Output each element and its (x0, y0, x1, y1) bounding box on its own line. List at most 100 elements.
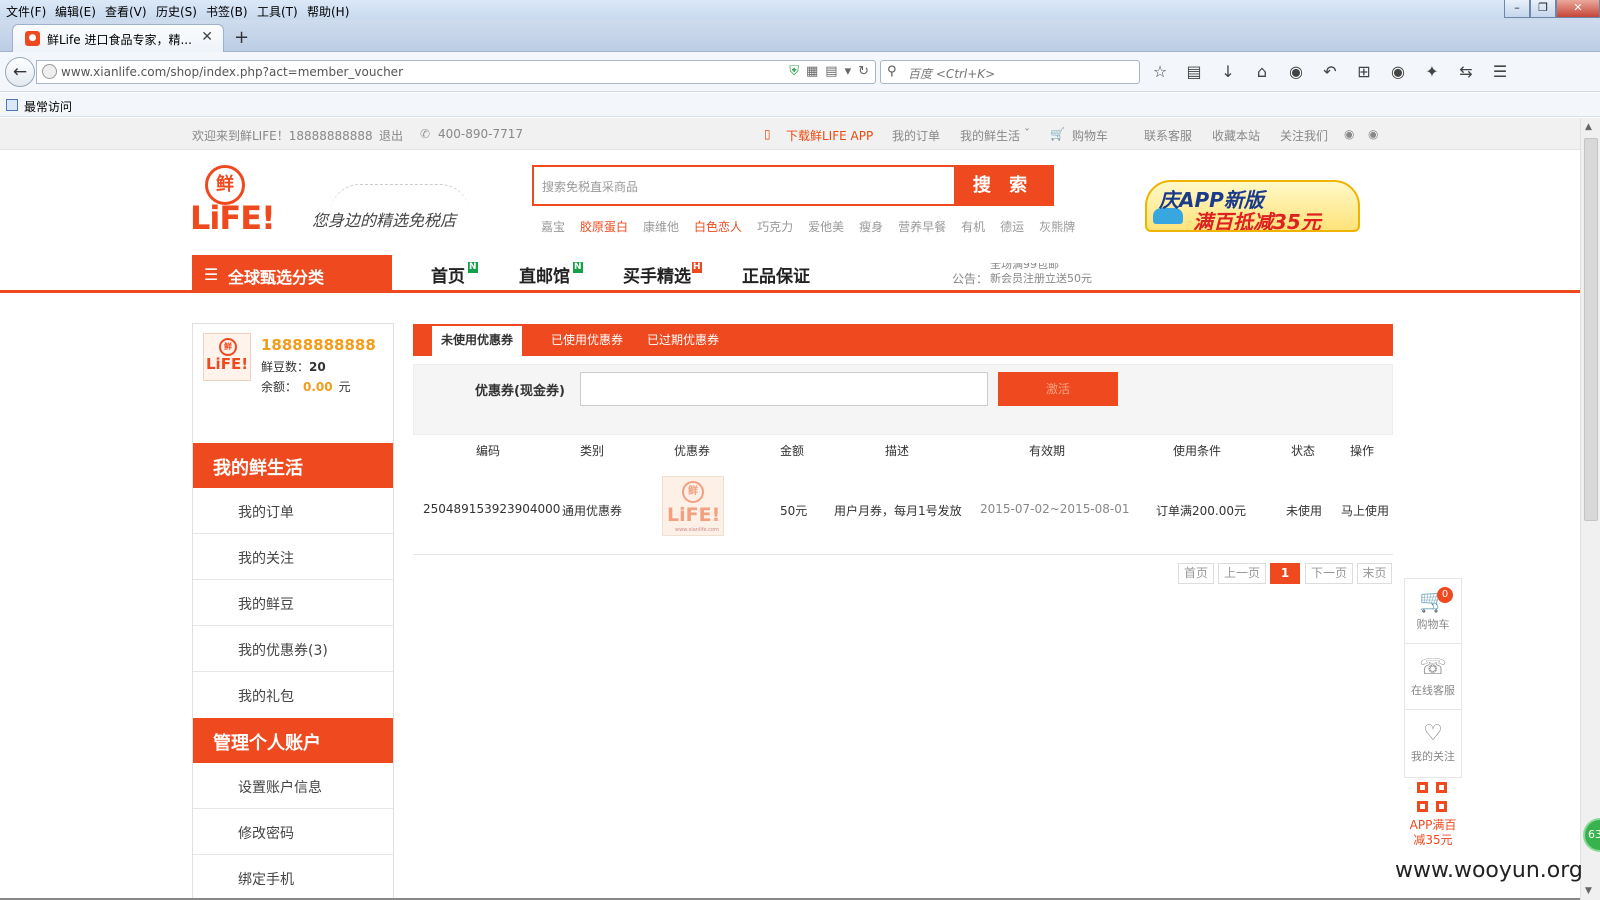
close-window-icon[interactable]: ✕ (1556, 0, 1600, 18)
voucher-input-label: 优惠券(现金券) (475, 384, 565, 399)
sidebar-item-bind-phone[interactable]: 绑定手机 (193, 855, 393, 900)
url-text: www.xianlife.com/shop/index.php?act=memb… (61, 65, 403, 79)
hamburger-menu-icon[interactable]: ☰ (1490, 62, 1510, 81)
undo-icon[interactable]: ↶ (1320, 62, 1340, 81)
wechat-icon[interactable]: ◉ (1368, 127, 1378, 141)
notice-item[interactable]: 新会员注册立送50元 (990, 272, 1160, 286)
reload-icon[interactable]: ↻ (858, 64, 869, 79)
voucher-code-input[interactable] (580, 372, 988, 406)
back-button[interactable]: ← (5, 57, 35, 87)
tab-unused[interactable]: 未使用优惠券 (432, 324, 523, 356)
activate-button[interactable]: 激活 (998, 372, 1118, 406)
page-current[interactable]: 1 (1270, 563, 1300, 584)
hot-keyword[interactable]: 爱他美 (808, 218, 844, 235)
tab-expired[interactable]: 已过期优惠券 (647, 324, 719, 356)
comment-icon[interactable]: ◉ (1388, 62, 1408, 81)
sidebar-item-gifts[interactable]: 我的礼包 (193, 672, 393, 718)
maximize-icon[interactable]: ❐ (1530, 0, 1556, 18)
hot-keyword[interactable]: 白色恋人 (694, 218, 742, 235)
notice-item[interactable]: 全场满99包邮 (990, 263, 1160, 272)
crop-icon[interactable]: ⊞ (1354, 62, 1374, 81)
browser-search-input[interactable]: ⚲ 百度 <Ctrl+K> (880, 60, 1140, 84)
qr-icon[interactable]: ▦ (806, 64, 818, 79)
user-phone: 18888888888 (261, 336, 376, 354)
dropdown-icon[interactable]: ▾ (845, 64, 852, 79)
scroll-down-icon[interactable]: ▼ (1585, 886, 1592, 896)
float-cart[interactable]: 🛒 购物车 (1404, 578, 1462, 644)
site-search-button[interactable]: 搜 索 (954, 167, 1052, 204)
category-button[interactable]: ☰ 全球甄选分类 (192, 255, 392, 291)
float-service[interactable]: ☏ 在线客服 (1404, 644, 1462, 710)
service-link[interactable]: 联系客服 (1144, 127, 1192, 144)
sidebar-item-account-info[interactable]: 设置账户信息 (193, 763, 393, 809)
sidebar-item-vouchers[interactable]: 我的优惠券(3) (193, 626, 393, 672)
page-scrollbar[interactable]: ▲ ▼ (1580, 118, 1600, 900)
my-life-link[interactable]: 我的鲜生活 (960, 127, 1020, 144)
use-now-link[interactable]: 马上使用 (1341, 502, 1389, 519)
address-bar[interactable]: www.xianlife.com/shop/index.php?act=memb… (36, 60, 876, 84)
reader-icon[interactable]: ▤ (825, 64, 837, 79)
tab-close-icon[interactable]: ✕ (201, 29, 213, 45)
site-search-input[interactable]: 搜索免税直采商品 (542, 178, 638, 195)
page-next[interactable]: 下一页 (1305, 563, 1353, 584)
scroll-up-icon[interactable]: ▲ (1585, 122, 1592, 132)
menu-help[interactable]: 帮助(H) (307, 3, 349, 20)
nav-genuine[interactable]: 正品保证 (742, 262, 810, 287)
browser-menubar: 文件(F) 编辑(E) 查看(V) 历史(S) 书签(B) 工具(T) 帮助(H… (0, 0, 1600, 20)
hot-keyword[interactable]: 康维他 (643, 218, 679, 235)
hot-keyword[interactable]: 嘉宝 (541, 218, 565, 235)
logout-link[interactable]: 退出 (379, 127, 403, 144)
menu-edit[interactable]: 编辑(E) (55, 3, 96, 20)
sync-icon[interactable]: ⇆ (1456, 62, 1476, 81)
app-discount-label[interactable]: APP满百 减35元 (1404, 818, 1462, 848)
sidebar-item-beans[interactable]: 我的鲜豆 (193, 580, 393, 626)
hot-keyword[interactable]: 胶原蛋白 (580, 218, 628, 235)
float-follow[interactable]: ♡ 我的关注 (1404, 710, 1462, 776)
hot-keyword[interactable]: 营养早餐 (898, 218, 946, 235)
minimize-icon[interactable]: – (1504, 0, 1530, 18)
download-icon[interactable]: ↓ (1218, 62, 1238, 81)
avatar[interactable]: 鲜 LiFE! (203, 333, 251, 381)
nav-buyer-picks[interactable]: 买手精选 (623, 262, 691, 287)
hot-keyword[interactable]: 德运 (1000, 218, 1024, 235)
sidebar-item-orders[interactable]: 我的订单 (193, 488, 393, 534)
hot-keyword[interactable]: 瘦身 (859, 218, 883, 235)
cell-condition: 订单满200.00元 (1156, 504, 1246, 518)
hot-keyword[interactable]: 有机 (961, 218, 985, 235)
my-orders-link[interactable]: 我的订单 (892, 127, 940, 144)
page-prev[interactable]: 上一页 (1218, 563, 1266, 584)
sidebar-item-password[interactable]: 修改密码 (193, 809, 393, 855)
browser-tab[interactable]: ● 鲜Life 进口食品专家，精... ✕ (12, 24, 224, 52)
site-logo[interactable]: 鲜 LiFE! (190, 165, 278, 237)
page-last[interactable]: 末页 (1357, 563, 1392, 584)
phone-number: 400-890-7717 (438, 127, 524, 141)
scroll-thumb[interactable] (1584, 138, 1598, 521)
home-icon[interactable]: ⌂ (1252, 62, 1272, 81)
bookmark-most-visited[interactable]: 最常访问 (24, 98, 72, 115)
menu-view[interactable]: 查看(V) (105, 3, 147, 20)
sidebar-item-follows[interactable]: 我的关注 (193, 534, 393, 580)
new-tab-icon[interactable]: + (234, 27, 249, 48)
hot-keyword[interactable]: 灰熊牌 (1039, 218, 1075, 235)
menu-tools[interactable]: 工具(T) (257, 3, 298, 20)
qr-code-icon[interactable] (1417, 782, 1449, 814)
app-promo-banner[interactable]: 庆APP新版 满百抵减35元 (1145, 180, 1360, 232)
chat-icon[interactable]: ◉ (1286, 62, 1306, 81)
extension-icon[interactable]: ✦ (1422, 62, 1442, 81)
bookmark-star-icon[interactable]: ☆ (1150, 62, 1170, 81)
menu-bookmarks[interactable]: 书签(B) (206, 3, 248, 20)
favorite-link[interactable]: 收藏本站 (1212, 127, 1260, 144)
weibo-icon[interactable]: ◉ (1344, 127, 1354, 141)
shield-icon[interactable]: ⛨ (789, 64, 799, 79)
tab-used[interactable]: 已使用优惠券 (551, 324, 623, 356)
cart-link[interactable]: 购物车 (1072, 127, 1108, 144)
download-app-link[interactable]: 下载鲜LIFE APP (786, 127, 873, 144)
follow-link[interactable]: 关注我们 (1280, 127, 1328, 144)
reading-list-icon[interactable]: ▤ (1184, 62, 1204, 81)
page-first[interactable]: 首页 (1178, 563, 1214, 584)
nav-direct-mail[interactable]: 直邮馆 (519, 262, 570, 287)
hot-keyword[interactable]: 巧克力 (757, 218, 793, 235)
menu-history[interactable]: 历史(S) (156, 3, 197, 20)
nav-home[interactable]: 首页 (431, 262, 465, 287)
menu-file[interactable]: 文件(F) (6, 3, 46, 20)
